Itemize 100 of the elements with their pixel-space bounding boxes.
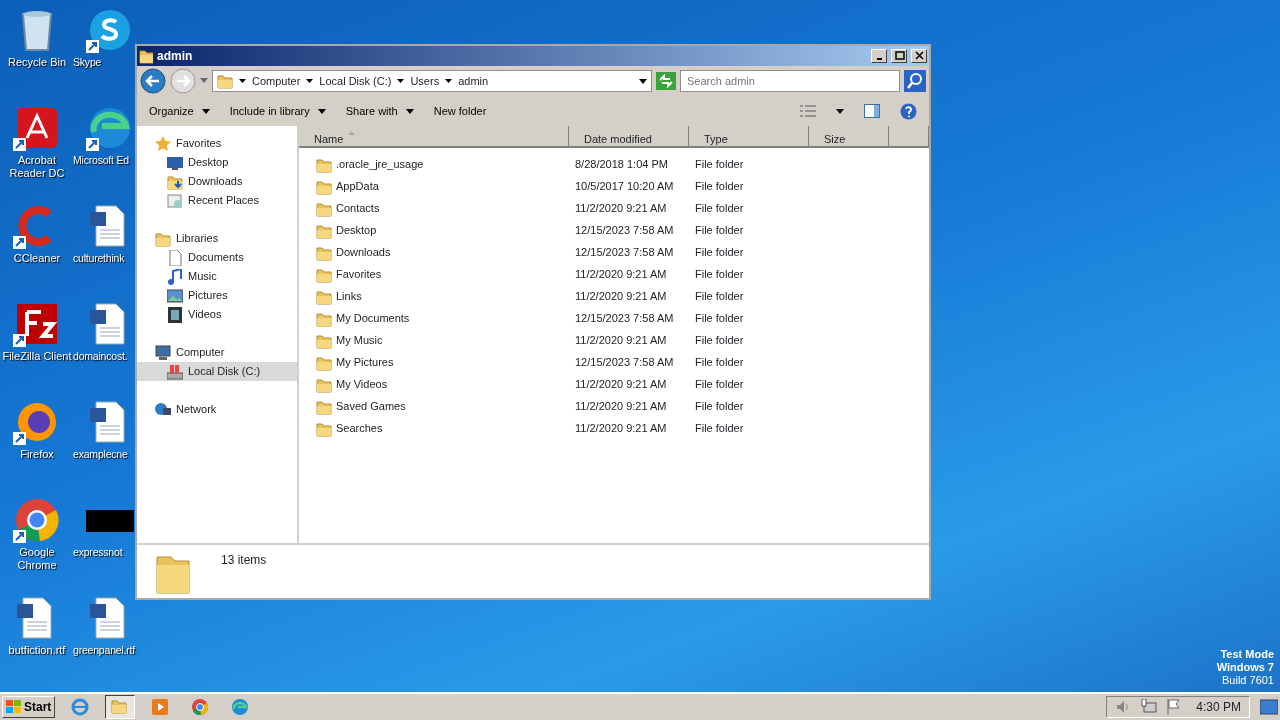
- nav-item[interactable]: Documents: [137, 248, 297, 267]
- edge-icon: [231, 698, 250, 716]
- file-name[interactable]: Desktop: [336, 222, 377, 239]
- desktop-icon-label[interactable]: greenpanel.rtf: [73, 644, 135, 657]
- desktop-icon-label[interactable]: examplecne: [73, 448, 128, 461]
- chrome-icon: [191, 698, 210, 716]
- windows-logo-icon: [6, 700, 22, 714]
- close-button[interactable]: [911, 49, 927, 63]
- file-name[interactable]: My Pictures: [336, 354, 394, 371]
- nav-item[interactable]: Desktop: [137, 153, 297, 172]
- taskbar-button[interactable]: [105, 695, 136, 719]
- desktop-icon-label[interactable]: domaincost.: [73, 350, 128, 363]
- file-name[interactable]: .oracle_jre_usage: [336, 156, 424, 173]
- nav-item[interactable]: Recent Places: [137, 191, 297, 210]
- type-cell-text: File folder: [694, 289, 745, 305]
- desktop-icon-label[interactable]: FileZilla Client: [0, 350, 74, 363]
- minimize-icon: [875, 58, 883, 60]
- folder-icon: [316, 156, 332, 173]
- desktop-icon-label[interactable]: CCleaner: [0, 252, 74, 265]
- address-bar[interactable]: Computer Local Disk (C:) Users admin: [212, 70, 652, 92]
- file-name[interactable]: AppData: [336, 178, 379, 195]
- toolbar-button[interactable]: Organize: [149, 102, 210, 120]
- date-cell-text: 8/28/2018 1:04 PM: [574, 157, 669, 173]
- file-name[interactable]: Links: [336, 288, 362, 305]
- recent-places-icon: [167, 192, 183, 209]
- file-name[interactable]: Searches: [336, 420, 383, 437]
- start-button[interactable]: Start: [2, 696, 56, 718]
- folder-icon: [316, 178, 332, 195]
- breadcrumb[interactable]: Local Disk (C:): [319, 72, 392, 90]
- column-header[interactable]: Name: [299, 126, 569, 148]
- breadcrumb[interactable]: admin: [458, 72, 489, 90]
- maximize-button[interactable]: [891, 49, 907, 63]
- ie-icon: [71, 698, 90, 716]
- file-name[interactable]: Contacts: [336, 200, 380, 217]
- column-header[interactable]: Date modified: [569, 126, 689, 148]
- caret-icon: [317, 108, 326, 114]
- nav-item[interactable]: Downloads: [137, 172, 297, 191]
- caret-icon: [201, 108, 210, 114]
- nav-item[interactable]: Local Disk (C:): [137, 362, 297, 381]
- library-folder-icon: [155, 230, 171, 247]
- folder-icon: [316, 398, 332, 415]
- nav-item[interactable]: Network: [137, 400, 297, 419]
- date-cell-text: 11/2/2020 9:21 AM: [574, 421, 668, 437]
- date-cell-text: 11/2/2020 9:21 AM: [574, 289, 668, 305]
- nav-item[interactable]: Music: [137, 267, 297, 286]
- caret-icon: [445, 78, 453, 84]
- minimize-button[interactable]: [871, 49, 887, 63]
- back-icon: [140, 68, 166, 94]
- desktop-icon-label[interactable]: expressnot: [73, 546, 123, 559]
- computer-icon: [155, 344, 171, 361]
- flag-icon: [1166, 699, 1181, 715]
- play-icon: [151, 698, 170, 716]
- nav-item[interactable]: Videos: [137, 305, 297, 324]
- column-header[interactable]: Type: [689, 126, 809, 148]
- help-icon: [900, 102, 917, 120]
- toolbar-button[interactable]: New folder: [433, 102, 487, 120]
- folder-icon: [316, 266, 332, 283]
- search-field[interactable]: Search admin: [680, 70, 900, 92]
- file-name[interactable]: My Music: [336, 332, 383, 349]
- column-header[interactable]: Size: [809, 126, 889, 148]
- folder-icon: [316, 354, 332, 371]
- desktop-icon-label[interactable]: Google Chrome: [0, 546, 74, 572]
- show-desktop-icon: [1260, 699, 1278, 715]
- desktop-icon-label[interactable]: butfiction.rtf: [0, 644, 74, 657]
- nav-item[interactable]: Pictures: [137, 286, 297, 305]
- maximize-icon: [894, 51, 905, 60]
- desktop-icon-label[interactable]: Microsoft Ed: [73, 154, 129, 167]
- music-note-icon: [167, 268, 183, 285]
- desktop-icon-label[interactable]: Acrobat Reader DC: [0, 154, 74, 180]
- nav-item[interactable]: Libraries: [137, 229, 297, 248]
- search-icon: [904, 70, 926, 92]
- desktop-icon-label[interactable]: Recycle Bin: [0, 56, 74, 69]
- caret-icon: [239, 78, 246, 84]
- file-name[interactable]: Downloads: [336, 244, 391, 261]
- item-count: 13 items: [221, 552, 267, 569]
- toolbar-button[interactable]: Share with: [345, 102, 414, 120]
- type-cell-text: File folder: [694, 223, 745, 239]
- date-cell-text: 11/2/2020 9:21 AM: [574, 399, 668, 415]
- file-name[interactable]: My Documents: [336, 310, 410, 327]
- nav-item[interactable]: Computer: [137, 343, 297, 362]
- nav-item[interactable]: Favorites: [137, 134, 297, 153]
- date-cell-text: 10/5/2017 10:20 AM: [574, 179, 675, 195]
- file-name[interactable]: My Videos: [336, 376, 388, 393]
- breadcrumb[interactable]: Computer: [252, 72, 301, 90]
- desktop-icon-label[interactable]: culturethink: [73, 252, 125, 265]
- folder-icon: [316, 310, 332, 327]
- pictures-icon: [167, 287, 183, 304]
- desktop-icon-label[interactable]: Firefox: [0, 448, 74, 461]
- file-name[interactable]: Favorites: [336, 266, 382, 283]
- type-cell-text: File folder: [694, 377, 745, 393]
- type-cell-text: File folder: [694, 179, 745, 195]
- close-icon: [914, 51, 924, 60]
- folder-icon: [316, 332, 332, 349]
- os-notice-text: Build 7601: [1221, 674, 1274, 687]
- network-icon: [1140, 699, 1157, 715]
- breadcrumb[interactable]: Users: [410, 72, 440, 90]
- desktop-icon-label[interactable]: Skype: [73, 56, 102, 69]
- file-name[interactable]: Saved Games: [336, 398, 406, 415]
- date-cell-text: 12/15/2023 7:58 AM: [574, 223, 675, 239]
- toolbar-button[interactable]: Include in library: [229, 102, 326, 120]
